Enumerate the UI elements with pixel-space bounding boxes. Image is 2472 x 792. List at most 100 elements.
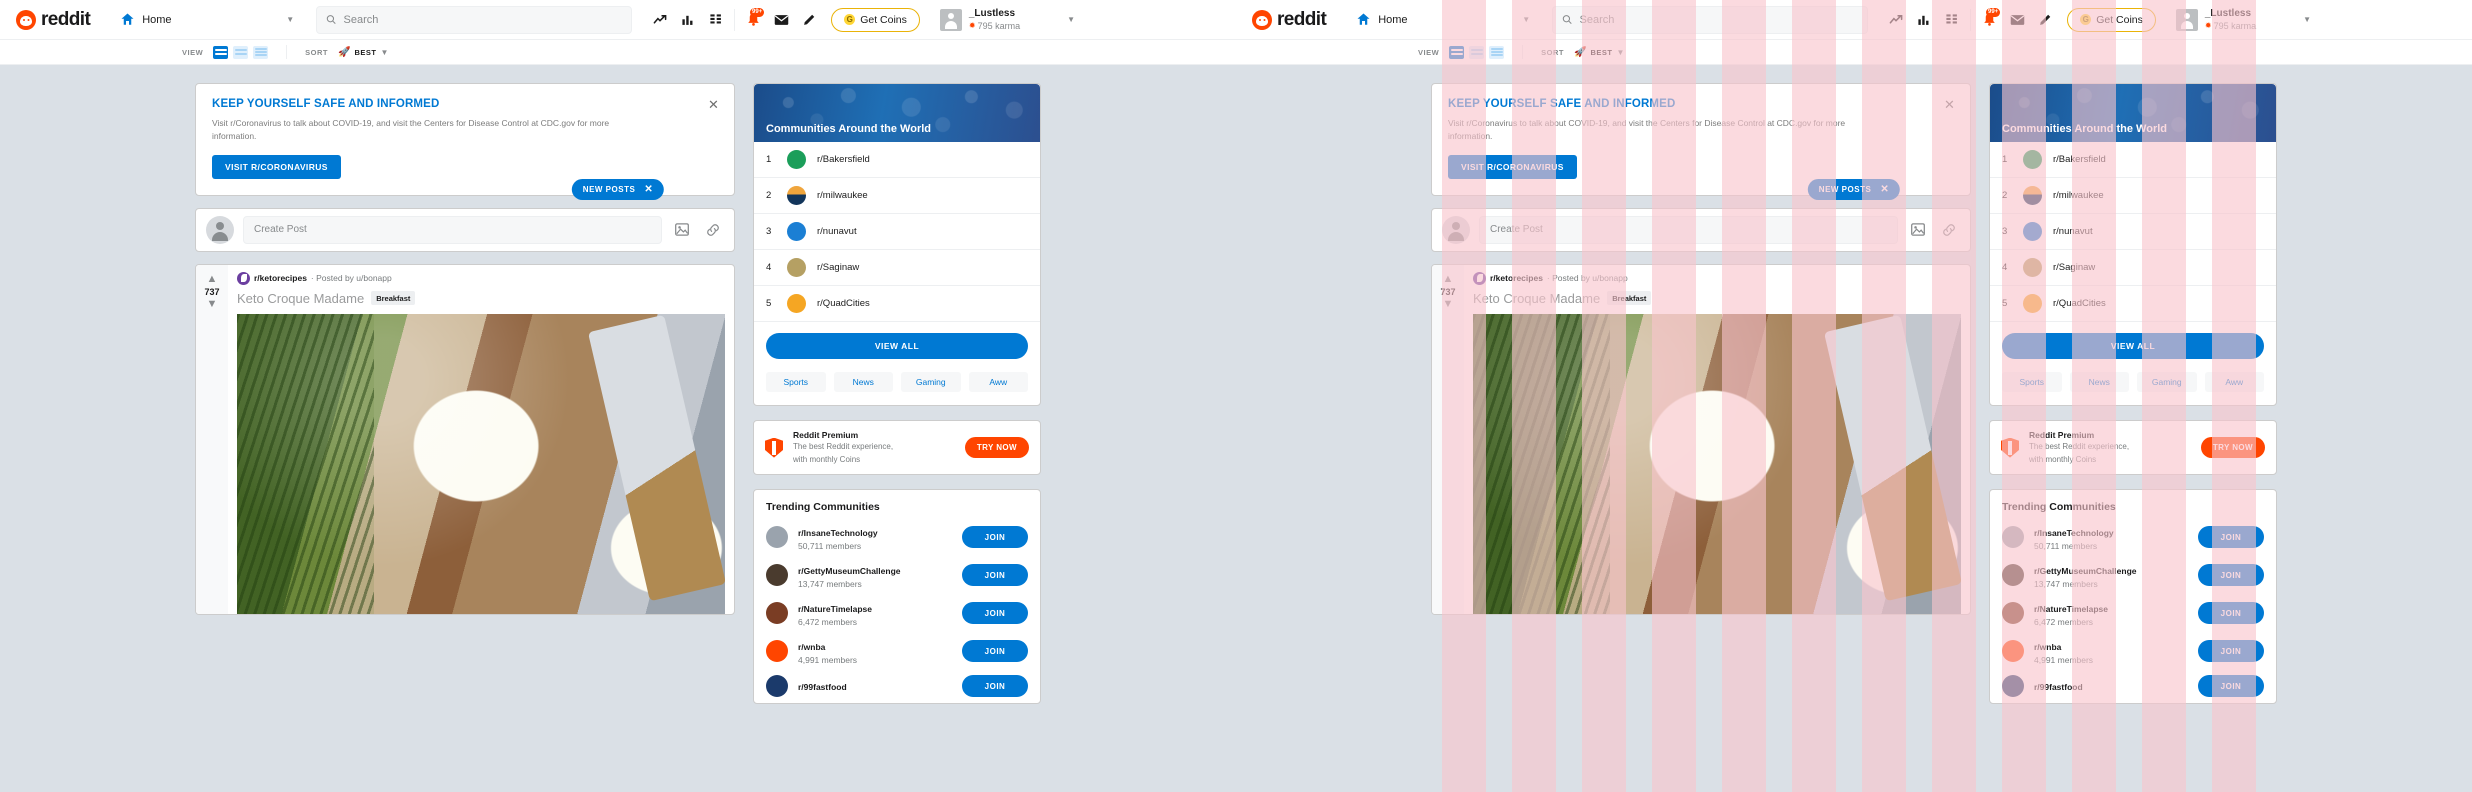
card-view-toggle[interactable] xyxy=(213,45,229,59)
get-coins-button[interactable]: G Get Coins xyxy=(2067,7,2156,32)
home-dropdown[interactable]: Home ▼ xyxy=(1348,5,1538,35)
chip-news[interactable]: News xyxy=(2069,372,2129,392)
chip-gaming[interactable]: Gaming xyxy=(901,372,961,392)
chip-gaming[interactable]: Gaming xyxy=(2137,372,2197,392)
chip-news[interactable]: News xyxy=(833,372,893,392)
list-item[interactable]: r/99fastfood JOIN xyxy=(766,675,1028,698)
list-item[interactable]: r/NatureTimelapse 6,472 members JOIN xyxy=(766,599,1028,627)
list-item[interactable]: 2 r/milwaukee xyxy=(1990,178,2276,214)
user-menu[interactable]: _Lustless ✹ 795 karma ▼ xyxy=(934,4,1081,36)
chip-sports[interactable]: Sports xyxy=(766,372,826,392)
close-icon[interactable]: ✕ xyxy=(1880,184,1889,195)
image-icon[interactable] xyxy=(1907,219,1929,241)
card-view-toggle[interactable] xyxy=(1449,45,1465,59)
upvote-arrow-icon[interactable]: ▲ xyxy=(207,273,218,285)
chart-icon[interactable] xyxy=(1910,6,1938,34)
home-dropdown[interactable]: Home ▼ xyxy=(112,5,302,35)
compact-view-toggle[interactable] xyxy=(1469,45,1485,59)
apps-grid-icon[interactable] xyxy=(702,6,730,34)
reddit-logo[interactable]: reddit xyxy=(1252,9,1327,31)
list-item[interactable]: r/InsaneTechnology 50,711 members JOIN xyxy=(2002,523,2264,551)
list-item[interactable]: 5 r/QuadCities xyxy=(754,286,1040,322)
messages-icon[interactable] xyxy=(2003,6,2031,34)
downvote-arrow-icon[interactable]: ▼ xyxy=(1443,298,1454,310)
list-item[interactable]: 3 r/nunavut xyxy=(754,214,1040,250)
search-input[interactable] xyxy=(343,13,623,26)
user-menu[interactable]: _Lustless ✹ 795 karma ▼ xyxy=(2170,4,2317,36)
link-icon[interactable] xyxy=(702,219,724,241)
downvote-arrow-icon[interactable]: ▼ xyxy=(207,298,218,310)
list-item[interactable]: r/GettyMuseumChallenge 13,747 members JO… xyxy=(2002,561,2264,589)
join-button[interactable]: JOIN xyxy=(962,640,1028,663)
search-input[interactable] xyxy=(1579,13,1859,26)
post-flair[interactable]: Breakfast xyxy=(371,291,416,305)
search-box[interactable] xyxy=(316,5,633,34)
visit-coronavirus-button[interactable]: VISIT R/CORONAVIRUS xyxy=(1448,154,1577,179)
notifications-icon[interactable]: 99+ xyxy=(1975,6,2003,34)
close-icon[interactable]: ✕ xyxy=(1942,97,1957,112)
chip-aww[interactable]: Aww xyxy=(2204,372,2264,392)
list-item[interactable]: r/NatureTimelapse 6,472 members JOIN xyxy=(2002,599,2264,627)
close-icon[interactable]: ✕ xyxy=(644,184,653,195)
list-item[interactable]: 4 r/Saginaw xyxy=(754,250,1040,286)
list-item[interactable]: 2 r/milwaukee xyxy=(754,178,1040,214)
chip-aww[interactable]: Aww xyxy=(968,372,1028,392)
compact-view-toggle[interactable] xyxy=(233,45,249,59)
sort-dropdown[interactable]: 🚀 BEST ▼ xyxy=(1574,47,1624,58)
reddit-logo[interactable]: reddit xyxy=(16,9,91,31)
create-post-input[interactable] xyxy=(243,215,662,244)
visit-coronavirus-button[interactable]: VISIT R/CORONAVIRUS xyxy=(212,154,341,179)
classic-view-toggle[interactable] xyxy=(253,45,269,59)
apps-grid-icon[interactable] xyxy=(1938,6,1966,34)
notifications-icon[interactable]: 99+ xyxy=(739,6,767,34)
new-posts-pill[interactable]: NEW POSTS ✕ xyxy=(571,179,665,200)
chip-sports[interactable]: Sports xyxy=(2002,372,2062,392)
list-item[interactable]: r/GettyMuseumChallenge 13,747 members JO… xyxy=(766,561,1028,589)
join-button[interactable]: JOIN xyxy=(2198,602,2264,625)
trending-icon[interactable] xyxy=(646,6,674,34)
create-post-icon[interactable] xyxy=(2031,6,2059,34)
view-all-button[interactable]: VIEW ALL xyxy=(766,333,1028,359)
view-all-button[interactable]: VIEW ALL xyxy=(2002,333,2264,359)
list-item[interactable]: 1 r/Bakersfield xyxy=(1990,142,2276,178)
join-button[interactable]: JOIN xyxy=(2198,564,2264,587)
list-item[interactable]: 4 r/Saginaw xyxy=(1990,250,2276,286)
chart-icon[interactable] xyxy=(674,6,702,34)
try-now-button[interactable]: TRY NOW xyxy=(2200,437,2265,459)
join-button[interactable]: JOIN xyxy=(962,526,1028,549)
trending-icon[interactable] xyxy=(1882,6,1910,34)
list-item[interactable]: r/99fastfood JOIN xyxy=(2002,675,2264,698)
join-button[interactable]: JOIN xyxy=(962,564,1028,587)
post-flair[interactable]: Breakfast xyxy=(1607,291,1652,305)
join-button[interactable]: JOIN xyxy=(2198,526,2264,549)
subreddit-name[interactable]: r/ketorecipes xyxy=(1490,273,1543,283)
join-button[interactable]: JOIN xyxy=(2198,675,2264,698)
messages-icon[interactable] xyxy=(767,6,795,34)
post-image[interactable] xyxy=(1473,313,1961,614)
list-item[interactable]: r/wnba 4,991 members JOIN xyxy=(2002,637,2264,665)
upvote-arrow-icon[interactable]: ▲ xyxy=(1443,273,1454,285)
create-post-input[interactable] xyxy=(1479,215,1898,244)
get-coins-button[interactable]: G Get Coins xyxy=(831,7,920,32)
create-post-icon[interactable] xyxy=(795,6,823,34)
subreddit-name[interactable]: r/ketorecipes xyxy=(254,273,307,283)
list-item[interactable]: 1 r/Bakersfield xyxy=(754,142,1040,178)
post-image[interactable] xyxy=(237,313,725,614)
join-button[interactable]: JOIN xyxy=(2198,640,2264,663)
image-icon[interactable] xyxy=(671,219,693,241)
list-item[interactable]: r/wnba 4,991 members JOIN xyxy=(766,637,1028,665)
join-button[interactable]: JOIN xyxy=(962,602,1028,625)
list-item[interactable]: 3 r/nunavut xyxy=(1990,214,2276,250)
classic-view-toggle[interactable] xyxy=(1489,45,1505,59)
join-button[interactable]: JOIN xyxy=(962,675,1028,698)
post-title[interactable]: Keto Croque Madame xyxy=(237,291,364,306)
sort-dropdown[interactable]: 🚀 BEST ▼ xyxy=(338,47,388,58)
try-now-button[interactable]: TRY NOW xyxy=(964,437,1029,459)
close-icon[interactable]: ✕ xyxy=(706,97,721,112)
list-item[interactable]: r/InsaneTechnology 50,711 members JOIN xyxy=(766,523,1028,551)
new-posts-pill[interactable]: NEW POSTS ✕ xyxy=(1807,179,1901,200)
list-item[interactable]: 5 r/QuadCities xyxy=(1990,286,2276,322)
post-title[interactable]: Keto Croque Madame xyxy=(1473,291,1600,306)
link-icon[interactable] xyxy=(1938,219,1960,241)
search-box[interactable] xyxy=(1552,5,1869,34)
